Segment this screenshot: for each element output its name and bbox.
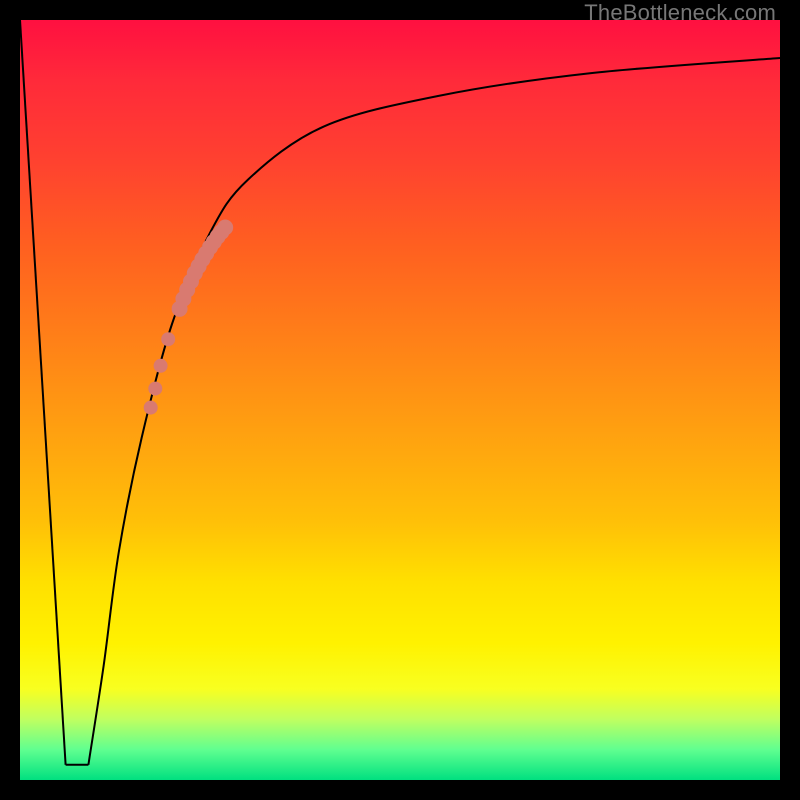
scatter-dot: [161, 332, 175, 346]
plot-area: [20, 20, 780, 780]
watermark-text: TheBottleneck.com: [584, 0, 776, 26]
bottleneck-curve-right: [88, 58, 780, 765]
scatter-dot: [148, 382, 162, 396]
scatter-dot: [217, 220, 233, 236]
scatter-dot: [154, 359, 168, 373]
chart-container: TheBottleneck.com: [0, 0, 800, 800]
chart-svg: [20, 20, 780, 780]
scatter-points: [144, 220, 234, 415]
scatter-dot: [144, 401, 158, 415]
bottleneck-curve-left: [20, 20, 66, 765]
